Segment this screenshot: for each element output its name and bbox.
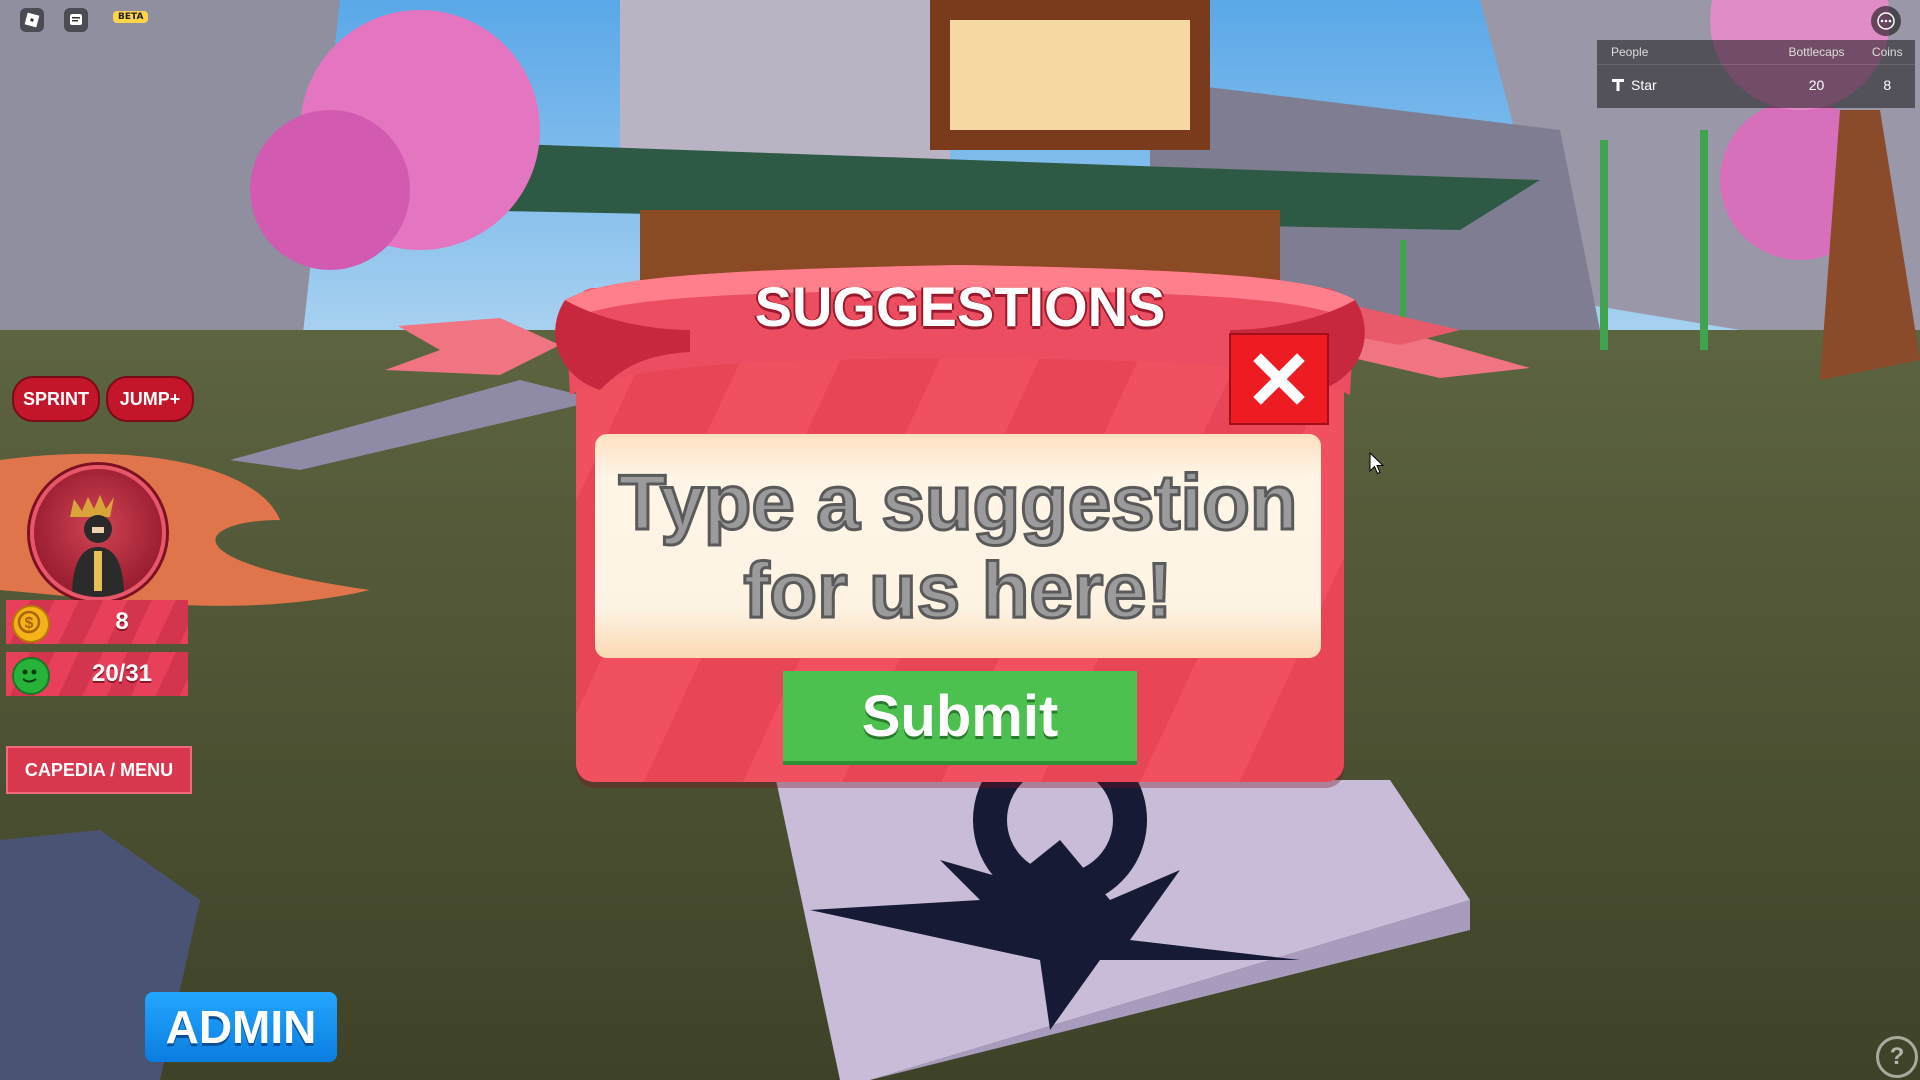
bottlecap-icon <box>12 657 50 695</box>
svg-text:$: $ <box>25 615 34 632</box>
bottlecaps-counter: 20/31 <box>6 652 188 696</box>
close-button[interactable] <box>1229 333 1329 425</box>
avatar-portrait <box>70 495 124 597</box>
title-ribbon <box>385 265 1530 395</box>
bottlecaps-value: 20/31 <box>91 660 153 687</box>
submit-button[interactable]: Submit <box>783 671 1137 765</box>
player-avatar[interactable] <box>30 465 166 601</box>
suggestion-input[interactable]: Type a suggestion for us here! <box>595 434 1321 658</box>
capedia-menu-button[interactable]: CAPEDIA / MENU <box>6 746 192 794</box>
mouse-cursor-icon <box>1369 452 1385 475</box>
dialog-title: SUGGESTIONS <box>754 275 1166 338</box>
coin-icon: $ <box>12 605 50 643</box>
close-icon <box>1253 353 1305 405</box>
coins-counter: $ 8 <box>6 600 188 644</box>
help-button[interactable]: ? <box>1876 1036 1918 1078</box>
suggestion-placeholder: Type a suggestion for us here! <box>617 457 1299 636</box>
coins-value: 8 <box>115 608 129 635</box>
admin-button[interactable]: ADMIN <box>145 992 337 1062</box>
